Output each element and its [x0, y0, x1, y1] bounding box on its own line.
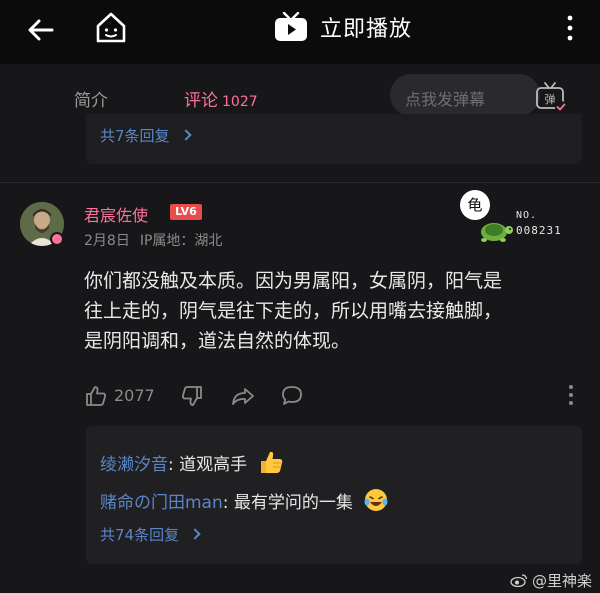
comment-divider — [0, 182, 600, 183]
weibo-watermark: @里神楽 — [510, 570, 592, 591]
play-now-button[interactable]: 立即播放 — [274, 12, 412, 42]
watermark-text: @里神楽 — [532, 572, 593, 590]
sub-replies: 绫濑汐音: 道观高手 赌命の门田man: 最有学问的一集 共74条回复 — [86, 426, 582, 564]
sub-reply-user[interactable]: 赌命の门田man — [100, 493, 223, 513]
tab-comments[interactable]: 评论 1027 — [184, 86, 258, 111]
sub-reply[interactable]: 绫濑汐音: 道观高手 — [100, 448, 285, 476]
fan-number-label: NO. — [516, 210, 538, 221]
comment-content-line: 你们都没触及本质。因为男属阳，女属阴，阳气是 — [84, 270, 503, 292]
comment-more-icon[interactable] — [568, 384, 574, 406]
comment-content: 你们都没触及本质。因为男属阳，女属阴，阳气是 往上走的，阴气是往下走的，所以用嘴… — [84, 266, 584, 356]
comment-content-line: 是阴阳调和，道法自然的体现。 — [84, 330, 351, 352]
sub-reply-text: 道观高手 — [179, 455, 248, 475]
weibo-logo-icon — [510, 574, 528, 587]
fan-badge[interactable]: 龟 NO. 008231 — [458, 188, 578, 250]
like-count: 2077 — [114, 386, 155, 405]
danmaku-icon-label: 弹 — [545, 92, 556, 106]
chevron-right-icon — [179, 129, 192, 141]
sub-reply-separator: : — [222, 493, 234, 513]
previous-comment-replies[interactable]: 共7条回复 — [86, 114, 582, 164]
tab-comments-label: 评论 — [184, 91, 218, 111]
level-badge: LV6 — [170, 204, 202, 220]
danmaku-placeholder: 点我发弹幕 — [405, 90, 486, 109]
reply-count-link[interactable]: 共74条回复 — [100, 524, 201, 545]
comment-date: 2月8日 — [84, 233, 130, 249]
share-icon[interactable] — [230, 384, 256, 408]
laughing-tears-emoji-icon — [364, 489, 388, 511]
tab-intro[interactable]: 简介 — [74, 86, 108, 111]
chevron-right-icon — [189, 528, 201, 540]
top-bar: 立即播放 — [0, 0, 600, 64]
danmaku-input[interactable]: 点我发弹幕 — [390, 74, 540, 116]
comment-ip-location: IP属地：湖北 — [139, 233, 223, 249]
tab-comments-count: 1027 — [222, 94, 258, 110]
danmaku-toggle-icon[interactable]: 弹 — [534, 80, 568, 114]
reply-count-label: 共74条回复 — [100, 526, 180, 544]
play-now-label: 立即播放 — [320, 17, 413, 42]
more-vertical-icon[interactable] — [562, 12, 578, 44]
thumbs-down-icon[interactable] — [180, 384, 204, 408]
avatar-badge — [50, 232, 64, 246]
sub-reply-user[interactable]: 绫濑汐音 — [100, 455, 168, 475]
fan-number-value: 008231 — [516, 224, 562, 237]
tv-play-icon — [275, 12, 307, 41]
comment-actions: 2077 — [84, 382, 584, 410]
thumbs-up-emoji-icon — [260, 451, 282, 473]
previous-reply-count[interactable]: 共7条回复 — [100, 125, 192, 146]
sub-reply-text: 最有学问的一集 — [233, 493, 353, 513]
comment-meta: 2月8日 IP属地：湖北 — [84, 230, 222, 250]
sub-reply-separator: : — [168, 455, 180, 475]
sub-reply[interactable]: 赌命の门田man: 最有学问的一集 — [100, 486, 390, 514]
previous-reply-count-label: 共7条回复 — [100, 127, 170, 145]
comment-username[interactable]: 君宸佐使 — [84, 202, 148, 226]
back-arrow-icon[interactable] — [24, 13, 58, 47]
comment-content-line: 往上走的，阴气是往下走的，所以用嘴去接触脚， — [84, 300, 503, 322]
turtle-icon — [481, 223, 513, 242]
reply-bubble-icon[interactable] — [280, 384, 304, 408]
home-tv-icon[interactable] — [94, 10, 128, 46]
thumbs-up-icon[interactable] — [84, 384, 108, 408]
